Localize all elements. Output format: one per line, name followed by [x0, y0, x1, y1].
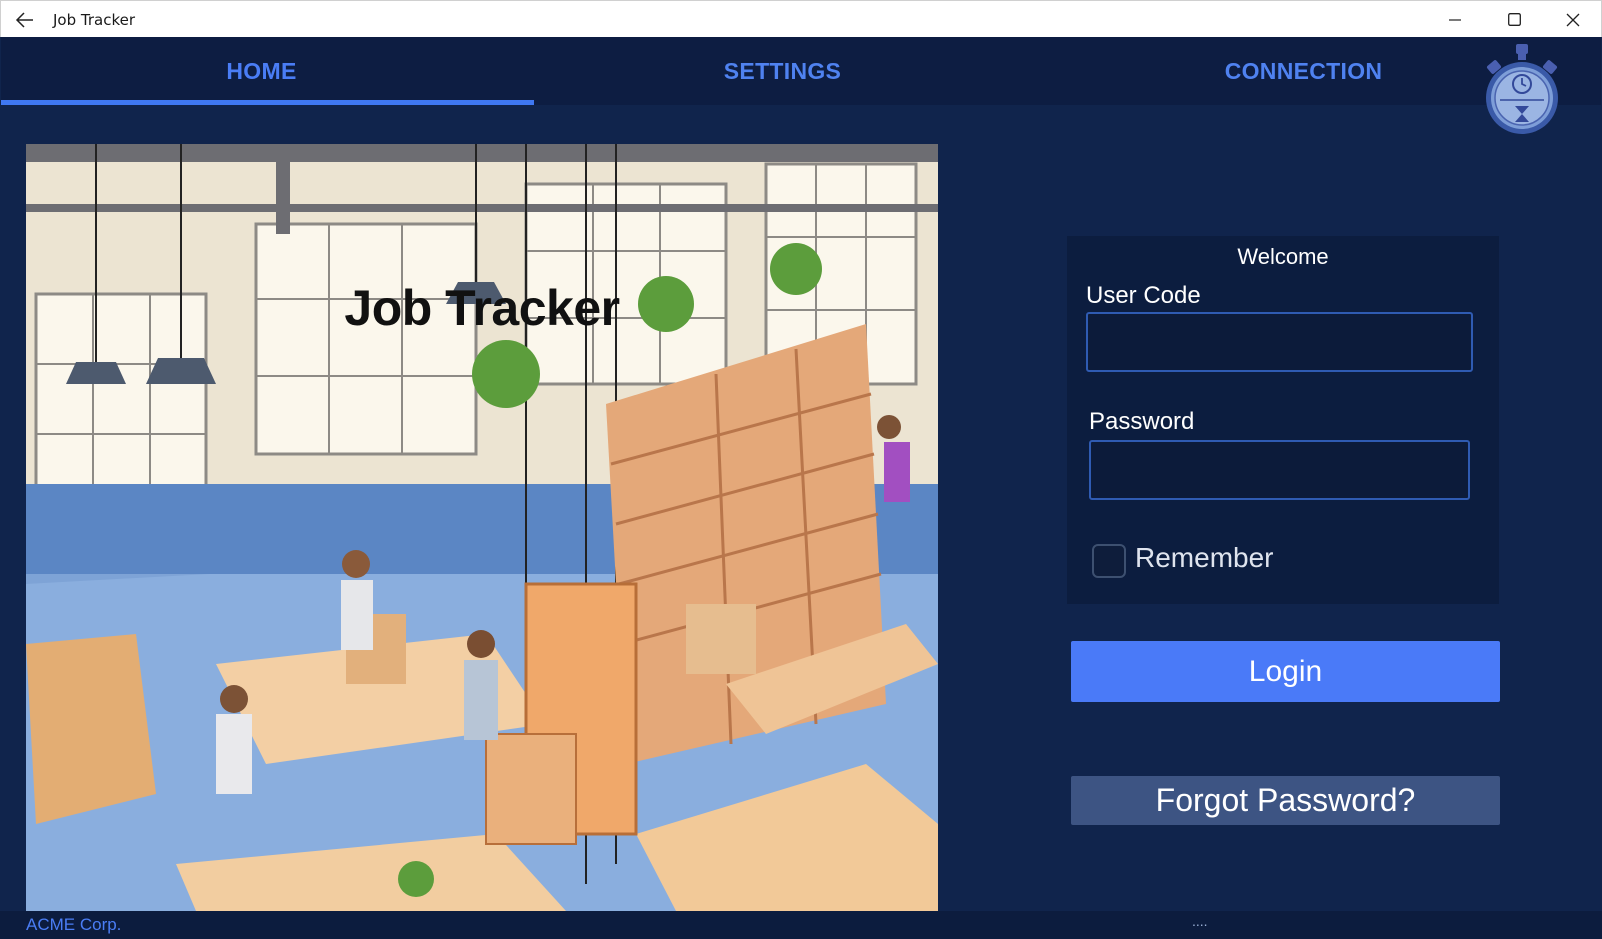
remember-label[interactable]: Remember: [1135, 542, 1273, 574]
tab-selected-indicator: [1, 100, 534, 105]
tab-settings[interactable]: SETTINGS: [522, 37, 1043, 105]
password-label: Password: [1089, 408, 1195, 435]
hero-title: Job Tracker: [344, 280, 620, 336]
window-title-bar: Job Tracker: [0, 0, 1602, 37]
close-icon[interactable]: [1544, 1, 1602, 38]
user-code-input[interactable]: [1086, 312, 1473, 372]
login-button[interactable]: Login: [1071, 641, 1500, 702]
workshop-illustration: Job Tracker: [26, 144, 938, 911]
login-panel: Welcome User Code Password Remember: [1067, 236, 1499, 604]
minimize-icon[interactable]: [1426, 1, 1484, 38]
stopwatch-icon: [1482, 42, 1562, 140]
welcome-heading: Welcome: [1237, 244, 1329, 269]
status-grip: ....: [1192, 913, 1208, 929]
company-name: ACME Corp.: [26, 915, 122, 934]
tab-bar: HOME SETTINGS CONNECTION: [1, 37, 1601, 105]
remember-checkbox[interactable]: [1092, 544, 1126, 578]
status-bar: ACME Corp. ....: [0, 911, 1602, 939]
back-arrow-icon[interactable]: [15, 10, 35, 30]
tab-home[interactable]: HOME: [1, 37, 522, 105]
user-code-label: User Code: [1086, 282, 1201, 309]
forgot-password-button[interactable]: Forgot Password?: [1071, 776, 1500, 825]
window-title: Job Tracker: [53, 11, 136, 29]
password-input[interactable]: [1089, 440, 1470, 500]
maximize-icon[interactable]: [1485, 1, 1543, 38]
